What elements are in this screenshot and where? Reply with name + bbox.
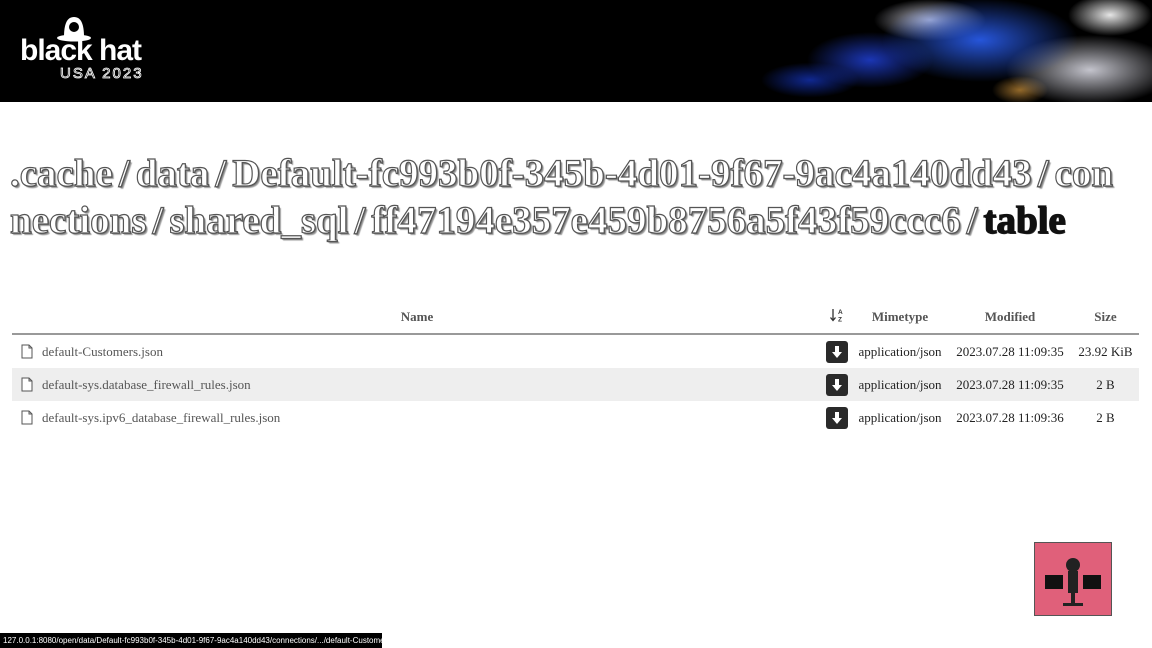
- modified-cell: 2023.07.28 11:09:36: [956, 409, 1064, 425]
- mimetype-cell: application/json: [858, 409, 942, 425]
- header-banner: black hat USA 2023: [0, 0, 1152, 102]
- breadcrumb-item-shared-sql[interactable]: shared_sql: [169, 198, 349, 242]
- sort-alpha-icon[interactable]: A Z: [822, 307, 852, 327]
- breadcrumb-item-cache[interactable]: .cache: [9, 151, 113, 195]
- file-link[interactable]: default-sys.ipv6_database_firewall_rules…: [42, 410, 280, 426]
- column-header-mimetype[interactable]: Mimetype: [852, 309, 948, 325]
- file-link[interactable]: default-sys.database_firewall_rules.json: [42, 377, 251, 393]
- file-name-cell: default-sys.ipv6_database_firewall_rules…: [12, 410, 822, 426]
- column-header-name[interactable]: Name: [12, 309, 822, 325]
- svg-text:A: A: [838, 309, 843, 316]
- size-cell: 2 B: [1096, 376, 1115, 392]
- breadcrumb-item-data[interactable]: data: [135, 151, 210, 195]
- file-icon: [12, 410, 42, 425]
- file-name-cell: default-Customers.json: [12, 344, 822, 360]
- svg-text:Z: Z: [838, 316, 842, 323]
- column-header-size[interactable]: Size: [1072, 309, 1139, 325]
- breadcrumb-separator: /: [354, 198, 366, 242]
- file-table: Name A Z Mimetype Modified Size default-…: [12, 300, 1139, 434]
- size-cell: 23.92 KiB: [1078, 343, 1133, 359]
- status-bar-url: 127.0.0.1:8080/open/data/Default-fc993b0…: [0, 633, 382, 648]
- breadcrumb-separator: /: [152, 198, 164, 242]
- webcam-overlay: [1034, 542, 1112, 616]
- modified-cell: 2023.07.28 11:09:35: [956, 343, 1064, 359]
- download-button[interactable]: [822, 340, 852, 363]
- banner-artwork: [690, 0, 1152, 102]
- mimetype-cell: application/json: [858, 343, 942, 359]
- breadcrumb-separator: /: [118, 151, 130, 195]
- column-header-modified[interactable]: Modified: [948, 309, 1072, 325]
- breadcrumb: .cache / data / Default-fc993b0f-345b-4d01-9…: [9, 150, 1130, 244]
- download-icon: [832, 378, 842, 391]
- file-icon: [12, 377, 42, 392]
- table-row: default-sys.database_firewall_rules.json…: [12, 368, 1139, 401]
- file-name-cell: default-sys.database_firewall_rules.json: [12, 377, 822, 393]
- breadcrumb-item-default[interactable]: Default-fc993b0f-345b-4d01-9f67-9ac4a140…: [232, 151, 1033, 195]
- breadcrumb-separator: /: [966, 198, 978, 242]
- breadcrumb-separator: /: [1037, 151, 1049, 195]
- table-row: default-sys.ipv6_database_firewall_rules…: [12, 401, 1139, 434]
- breadcrumb-item-current: table: [983, 198, 1067, 242]
- table-row: default-Customers.json application/json …: [12, 335, 1139, 368]
- download-button[interactable]: [822, 373, 852, 396]
- logo-event: USA 2023: [60, 65, 144, 82]
- logo-wordmark: black hat: [20, 34, 142, 67]
- size-cell: 2 B: [1096, 409, 1115, 425]
- file-icon: [12, 344, 42, 359]
- mimetype-cell: application/json: [858, 376, 942, 392]
- table-header: Name A Z Mimetype Modified Size: [12, 300, 1139, 335]
- breadcrumb-separator: /: [215, 151, 227, 195]
- modified-cell: 2023.07.28 11:09:35: [956, 376, 1064, 392]
- file-link[interactable]: default-Customers.json: [42, 344, 163, 360]
- download-button[interactable]: [822, 406, 852, 429]
- download-icon: [832, 345, 842, 358]
- presenter-avatar: [1045, 558, 1101, 606]
- breadcrumb-item-connection-id[interactable]: ff47194e357e459b8756a5f43f59ccc6: [371, 198, 961, 242]
- blackhat-logo: black hat USA 2023: [20, 14, 190, 84]
- download-icon: [832, 411, 842, 424]
